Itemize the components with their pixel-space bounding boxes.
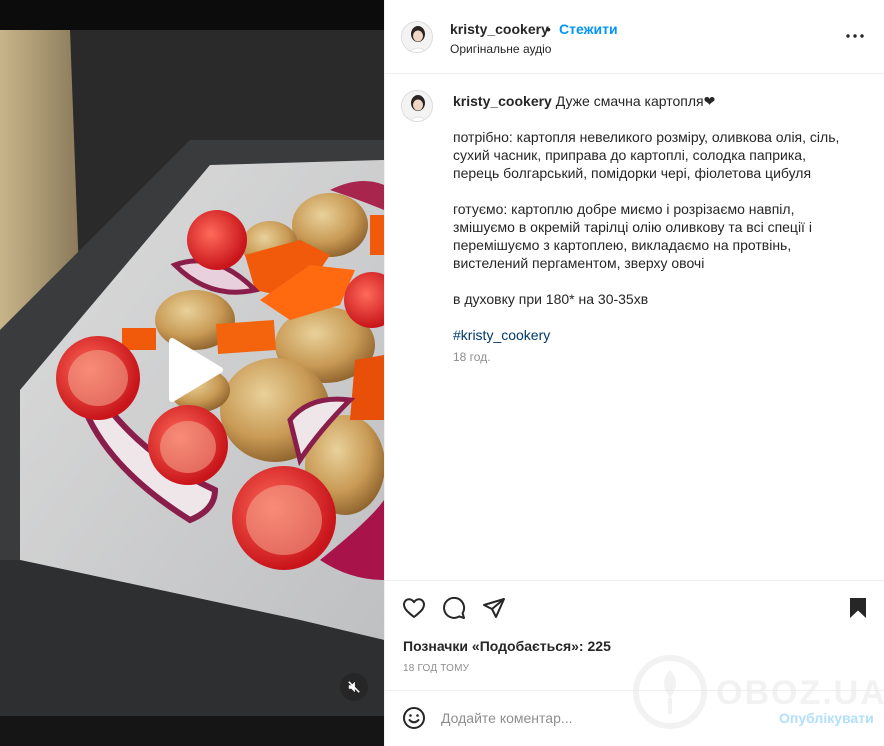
emoji-button[interactable]: [401, 705, 427, 731]
likes-number: 225: [587, 638, 611, 654]
save-button[interactable]: [845, 595, 871, 621]
play-button[interactable]: [157, 333, 231, 407]
post-username[interactable]: kristy_cookery: [450, 21, 549, 37]
publish-button[interactable]: Опублікувати: [779, 710, 874, 726]
smiley-icon: [403, 707, 425, 729]
profile-photo: [402, 22, 432, 52]
caption-title: Дуже смачна картопля❤: [555, 93, 716, 109]
comment-input[interactable]: [441, 707, 771, 729]
post-media[interactable]: [0, 0, 384, 746]
more-options-button[interactable]: [841, 24, 869, 48]
comment-button[interactable]: [441, 595, 467, 621]
caption-text: kristy_cookery Дуже смачна картопля❤ пот…: [453, 92, 853, 344]
send-icon: [483, 598, 505, 618]
post-panel: kristy_cookery • Стежити Оригінальне ауд…: [384, 0, 884, 746]
caption-timestamp[interactable]: 18 год.: [453, 350, 491, 364]
play-icon: [169, 338, 223, 402]
likes-label: Позначки «Подобається»:: [403, 638, 584, 654]
post-actions: Позначки «Подобається»: 225 18 ГОД ТОМУ: [385, 580, 884, 690]
comment-bar: Опублікувати: [385, 690, 884, 746]
caption-title-line: kristy_cookery Дуже смачна картопля❤: [453, 92, 853, 110]
caption-username[interactable]: kristy_cookery: [453, 93, 552, 109]
comment-icon: [443, 596, 466, 619]
more-horizontal-icon: [846, 34, 864, 38]
separator-dot: •: [546, 21, 551, 37]
caption-method: готуємо: картоплю добре миємо і розрізає…: [453, 201, 812, 271]
post-caption: kristy_cookery Дуже смачна картопля❤ пот…: [385, 74, 884, 580]
caption-hashtag[interactable]: #kristy_cookery: [453, 326, 853, 344]
caption-ingredients: потрібно: картопля невеликого розміру, о…: [453, 129, 840, 181]
caption-avatar[interactable]: [401, 90, 433, 122]
bookmark-icon: [850, 598, 866, 618]
like-button[interactable]: [401, 595, 427, 621]
caption-oven: в духовку при 180* на 30-35хв: [453, 291, 649, 307]
share-button[interactable]: [481, 595, 507, 621]
avatar[interactable]: [401, 21, 433, 53]
likes-count[interactable]: Позначки «Подобається»: 225: [403, 638, 611, 654]
post-date[interactable]: 18 ГОД ТОМУ: [403, 663, 469, 674]
mute-button[interactable]: [340, 673, 368, 701]
speaker-muted-icon: [348, 681, 360, 693]
heart-icon: [403, 598, 425, 618]
post-header: kristy_cookery • Стежити Оригінальне ауд…: [385, 0, 884, 74]
follow-button[interactable]: Стежити: [559, 21, 618, 37]
profile-photo: [402, 91, 432, 121]
audio-label[interactable]: Оригінальне аудіо: [450, 42, 551, 56]
